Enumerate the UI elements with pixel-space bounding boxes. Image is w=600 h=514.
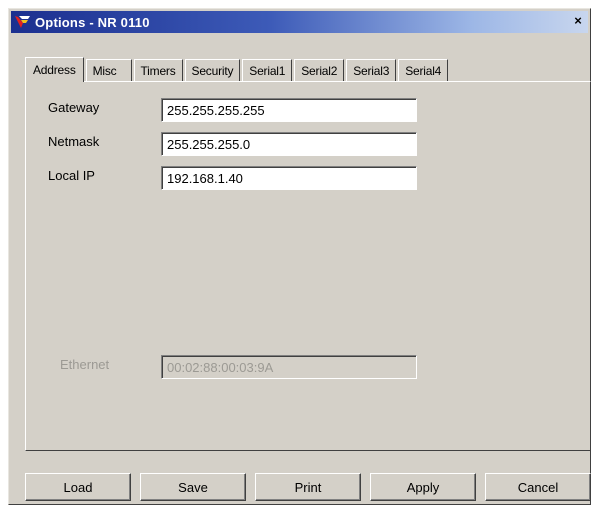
print-button[interactable]: Print <box>255 473 361 501</box>
options-dialog: Options - NR 0110 × Address Misc Timers … <box>8 8 591 505</box>
tab-address[interactable]: Address <box>25 57 84 82</box>
tab-serial4[interactable]: Serial4 <box>398 59 449 81</box>
title-bar[interactable]: Options - NR 0110 × <box>11 11 588 33</box>
netmask-field[interactable] <box>161 132 417 156</box>
tab-serial3[interactable]: Serial3 <box>346 59 397 81</box>
tab-timers[interactable]: Timers <box>133 59 183 81</box>
tab-strip: Address Misc Timers Security Serial1 Ser… <box>25 55 450 82</box>
tab-serial1[interactable]: Serial1 <box>242 59 293 81</box>
app-logo-icon <box>14 14 32 30</box>
tab-misc[interactable]: Misc <box>85 59 132 81</box>
local-ip-field[interactable] <box>161 166 417 190</box>
apply-button[interactable]: Apply <box>370 473 476 501</box>
button-bar: Load Save Print Apply Cancel <box>25 473 591 501</box>
close-icon[interactable]: × <box>570 14 586 28</box>
save-button[interactable]: Save <box>140 473 246 501</box>
load-button[interactable]: Load <box>25 473 131 501</box>
cancel-button[interactable]: Cancel <box>485 473 591 501</box>
ethernet-label: Ethernet <box>60 357 110 372</box>
address-panel: Gateway Netmask Local IP Ethernet <box>25 81 591 451</box>
tab-security[interactable]: Security <box>184 59 241 81</box>
gateway-field[interactable] <box>161 98 417 122</box>
window-title: Options - NR 0110 <box>35 14 150 30</box>
ethernet-field <box>161 355 417 379</box>
gateway-label: Gateway <box>48 100 100 115</box>
netmask-label: Netmask <box>48 134 100 149</box>
tab-serial2[interactable]: Serial2 <box>294 59 345 81</box>
local-ip-label: Local IP <box>48 168 95 183</box>
